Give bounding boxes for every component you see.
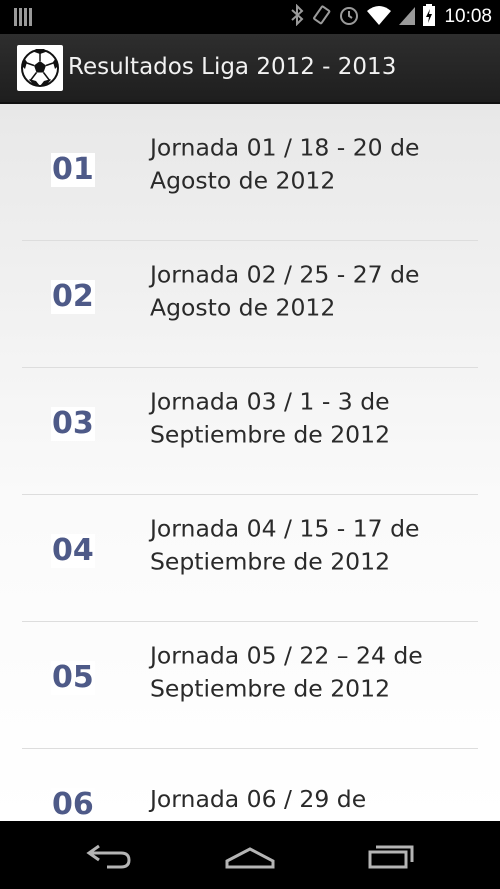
jornada-label: Jornada 05 / 22 – 24 de Septiembre de 20…	[150, 641, 423, 703]
signal-bars-icon	[14, 7, 34, 27]
jornada-number: 01	[51, 152, 95, 187]
navigation-bar	[0, 821, 500, 889]
jornada-number: 05	[51, 660, 95, 695]
jornada-number: 06	[51, 787, 95, 821]
list-item[interactable]: 03 Jornada 03 / 1 - 3 de Septiembre de 2…	[22, 368, 478, 495]
jornada-label: Jornada 02 / 25 - 27 de Agosto de 2012	[150, 260, 420, 322]
list-item[interactable]: 06 Jornada 06 / 29 de	[22, 749, 478, 821]
jornadas-list: 01 Jornada 01 / 18 - 20 de Agosto de 201…	[0, 104, 500, 821]
list-item[interactable]: 01 Jornada 01 / 18 - 20 de Agosto de 201…	[22, 114, 478, 241]
home-icon[interactable]	[220, 835, 280, 875]
recent-apps-icon[interactable]	[360, 835, 420, 875]
bluetooth-icon	[290, 3, 304, 30]
jornada-number: 04	[51, 533, 95, 568]
jornada-number: 02	[51, 279, 95, 314]
status-bar: 10:08	[0, 0, 500, 34]
jornada-number: 03	[51, 406, 95, 441]
wifi-icon	[366, 4, 392, 30]
vibrate-icon	[310, 4, 332, 30]
status-icons: 10:08	[290, 3, 492, 31]
status-time: 10:08	[444, 6, 492, 27]
list-item[interactable]: 04 Jornada 04 / 15 - 17 de Septiembre de…	[22, 495, 478, 622]
app-title: Resultados Liga 2012 - 2013	[68, 54, 397, 80]
action-bar: Resultados Liga 2012 - 2013	[0, 34, 500, 104]
list-item[interactable]: 05 Jornada 05 / 22 – 24 de Septiembre de…	[22, 622, 478, 749]
battery-charging-icon	[422, 3, 436, 31]
jornada-label: Jornada 03 / 1 - 3 de Septiembre de 2012	[150, 387, 391, 449]
jornada-label: Jornada 04 / 15 - 17 de Septiembre de 20…	[150, 514, 420, 576]
list-item[interactable]: 02 Jornada 02 / 25 - 27 de Agosto de 201…	[22, 241, 478, 368]
alarm-icon	[338, 4, 360, 30]
cell-signal-icon	[398, 4, 416, 30]
jornada-label: Jornada 01 / 18 - 20 de Agosto de 2012	[150, 133, 420, 195]
back-icon[interactable]	[80, 835, 140, 875]
soccer-ball-icon[interactable]	[17, 45, 63, 91]
jornada-label: Jornada 06 / 29 de	[150, 784, 367, 813]
